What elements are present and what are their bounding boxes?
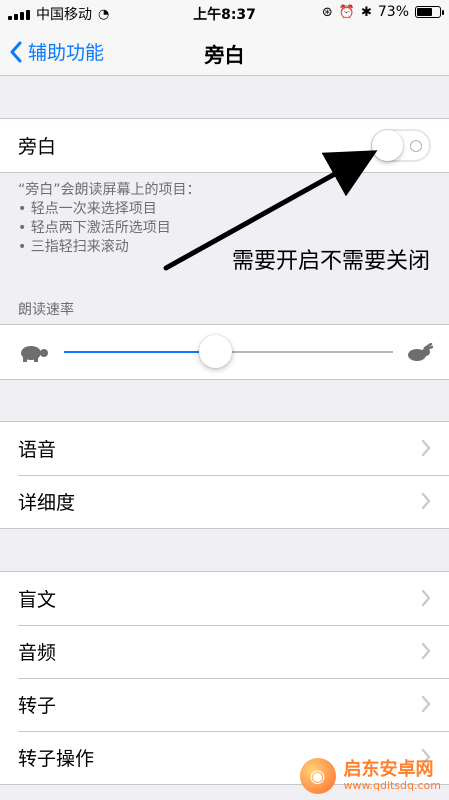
- list-item-label: 音频: [18, 642, 57, 664]
- bluetooth-icon: ✱: [360, 4, 372, 20]
- tip-item: • 轻点一次来选择项目: [18, 201, 157, 217]
- tip-item: • 轻点两下激活所选项目: [18, 220, 171, 236]
- list-item-label: 详细度: [18, 492, 76, 514]
- slider-fill: [64, 351, 216, 353]
- watermark-url: www.qdltsdq.com: [343, 778, 442, 792]
- list-item-label: 语音: [18, 439, 57, 461]
- speech-rate-row: [0, 325, 449, 379]
- more-settings-group: 盲文 音频 转子 转子操作: [0, 571, 449, 785]
- nav-bar: 辅助功能 旁白: [0, 26, 449, 76]
- speech-rate-header: 朗读速率: [18, 302, 74, 318]
- chevron-right-icon: [421, 589, 431, 607]
- switch-off-indicator-icon: [410, 140, 422, 152]
- list-item-label: 转子操作: [18, 748, 95, 770]
- list-item-verbosity[interactable]: 详细度: [0, 475, 449, 528]
- watermark-text: 启东安卓网 www.qdltsdq.com: [343, 758, 442, 792]
- status-right: ⊛ ⏰ ✱ 73%: [321, 4, 444, 20]
- slider-thumb[interactable]: [199, 335, 233, 368]
- list-item-label: 盲文: [18, 589, 57, 611]
- chevron-right-icon: [421, 439, 431, 457]
- page-title: 旁白: [204, 43, 245, 67]
- speech-rate-group: [0, 324, 449, 380]
- battery-level: [417, 8, 433, 16]
- voiceover-switch[interactable]: [371, 129, 431, 162]
- turtle-icon: [21, 346, 48, 362]
- tip-item: • 三指轻扫来滚动: [18, 239, 129, 255]
- page: 中国移动 ◔ 上午8:37 ⊛ ⏰ ✱ 73% 辅助功能 旁白 旁白 “旁白”会…: [0, 0, 449, 800]
- watermark-title: 启东安卓网: [343, 758, 434, 780]
- alarm-icon: ⏰: [338, 4, 355, 20]
- orientation-lock-icon: ⊛: [321, 4, 333, 20]
- list-item-braille[interactable]: 盲文: [0, 572, 449, 625]
- watermark-logo-icon: ◉: [299, 758, 336, 794]
- battery-icon: [415, 6, 444, 18]
- chevron-right-icon: [421, 492, 431, 510]
- speech-settings-group: 语音 详细度: [0, 421, 449, 529]
- list-item-audio[interactable]: 音频: [0, 625, 449, 678]
- voiceover-group: 旁白: [0, 118, 449, 173]
- watermark: ◉ 启东安卓网 www.qdltsdq.com: [299, 758, 442, 794]
- chevron-right-icon: [421, 642, 431, 660]
- status-bar: 中国移动 ◔ 上午8:37 ⊛ ⏰ ✱ 73%: [0, 0, 449, 26]
- list-item-rotor[interactable]: 转子: [0, 678, 449, 731]
- list-item-speech[interactable]: 语音: [0, 422, 449, 475]
- voiceover-description: “旁白”会朗读屏幕上的项目： • 轻点一次来选择项目 • 轻点两下激活所选项目 …: [18, 181, 201, 257]
- rabbit-icon: [408, 343, 433, 361]
- voiceover-label: 旁白: [18, 136, 57, 158]
- description-title: “旁白”会朗读屏幕上的项目：: [18, 182, 201, 198]
- chevron-right-icon: [421, 695, 431, 713]
- switch-knob: [372, 130, 403, 161]
- battery-percent: 73%: [377, 4, 409, 20]
- annotation-text: 需要开启不需要关闭: [232, 249, 431, 274]
- voiceover-row: 旁白: [0, 119, 449, 172]
- list-item-label: 转子: [18, 695, 57, 717]
